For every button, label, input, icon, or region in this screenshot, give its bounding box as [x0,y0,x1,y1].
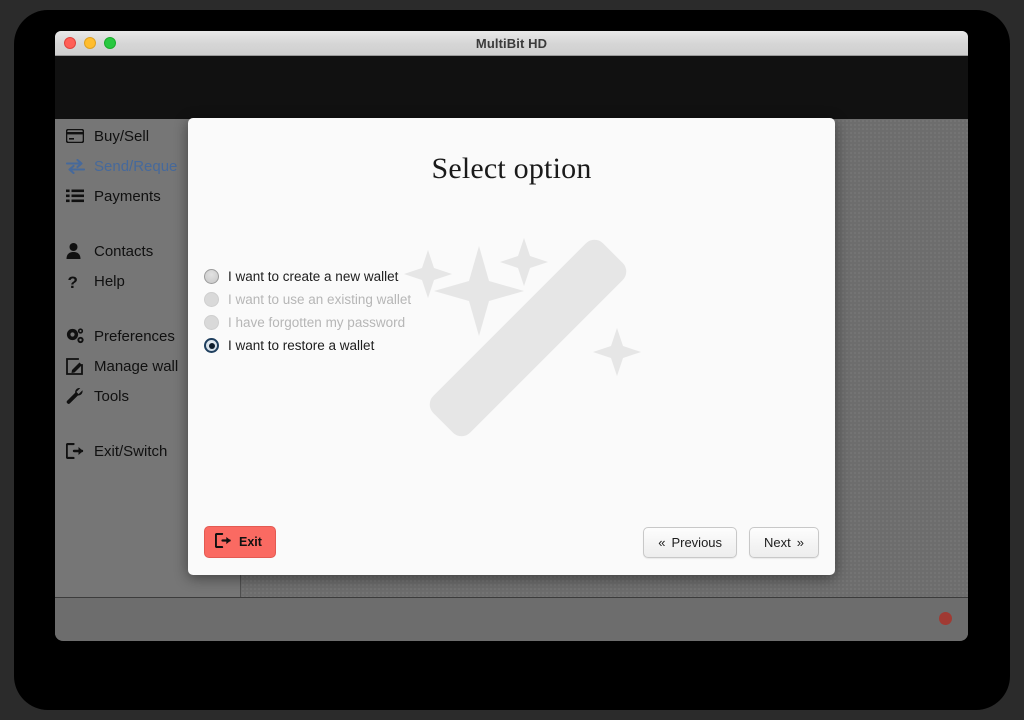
exit-button-label: Exit [239,535,262,549]
double-chevron-right-icon: » [796,535,804,550]
wrench-icon [66,387,85,405]
question-mark-icon: ? [66,273,85,290]
minimize-window-button[interactable] [84,37,96,49]
radio-button-icon [204,292,219,307]
option-label: I want to use an existing wallet [228,292,412,307]
select-option-wizard-dialog: Select option I want to create a new wal… [188,118,835,575]
previous-button-label: Previous [671,535,723,550]
exit-icon [66,443,85,460]
exit-button[interactable]: Exit [204,526,276,558]
gears-icon [66,327,85,345]
red-status-dot-icon [939,612,952,625]
radio-button-icon[interactable] [204,338,219,353]
app-header-strip [55,56,968,119]
option-label: I want to create a new wallet [228,269,399,284]
option-label: I want to restore a wallet [228,338,375,353]
sidebar-item-label: Manage wall [94,357,179,375]
credit-card-icon [66,128,85,145]
option-restore-wallet[interactable]: I want to restore a wallet [204,334,624,357]
double-chevron-left-icon: « [658,535,666,550]
window-title: MultiBit HD [475,36,548,51]
sidebar-item-label: Help [94,272,125,290]
radio-button-icon [204,315,219,330]
window-title-bar: MultiBit HD [55,31,968,56]
status-bar [55,597,968,640]
wallet-option-radio-group: I want to create a new wallet I want to … [204,265,624,357]
sidebar-item-label: Send/Reque [94,157,178,175]
exit-icon [214,532,232,551]
close-window-button[interactable] [64,37,76,49]
option-label: I have forgotten my password [228,315,406,330]
sidebar-item-label: Preferences [94,327,175,345]
option-create-new-wallet[interactable]: I want to create a new wallet [204,265,624,288]
maximize-window-button[interactable] [104,37,116,49]
sidebar-item-label: Tools [94,387,130,405]
radio-button-icon[interactable] [204,269,219,284]
previous-button[interactable]: « Previous [643,527,738,558]
sidebar-item-label: Payments [94,187,161,205]
wizard-title: Select option [431,152,592,185]
sidebar-item-label: Exit/Switch [94,442,168,460]
traffic-light-controls [64,37,116,49]
sidebar-item-label: Contacts [94,242,154,260]
next-button[interactable]: Next » [749,527,819,558]
list-icon [66,188,85,205]
option-forgotten-password: I have forgotten my password [204,311,624,334]
person-icon [66,243,85,260]
sidebar-item-label: Buy/Sell [94,127,150,145]
wizard-navigation-buttons: « Previous Next » [643,527,819,558]
edit-square-icon [66,357,85,375]
next-button-label: Next [764,535,791,550]
svg-text:?: ? [68,273,78,290]
exchange-icon [66,158,85,175]
option-use-existing-wallet: I want to use an existing wallet [204,288,624,311]
